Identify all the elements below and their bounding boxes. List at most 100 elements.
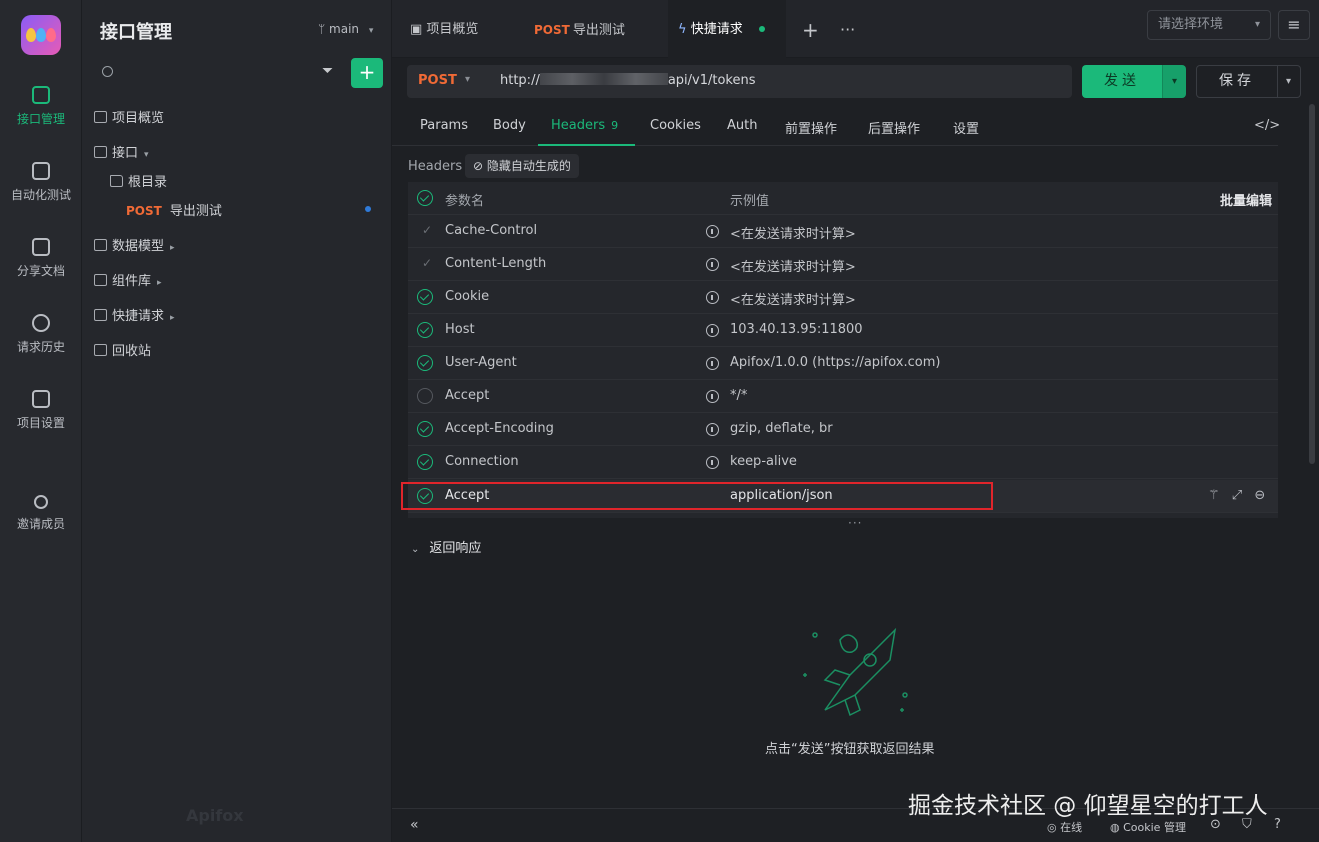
- environment-select[interactable]: 请选择环境 ▾: [1147, 10, 1271, 40]
- header-value: 103.40.13.95:11800: [730, 322, 863, 337]
- info-icon[interactable]: [706, 225, 719, 238]
- automation-icon: [32, 162, 50, 180]
- save-button[interactable]: 保存: [1196, 65, 1278, 98]
- logo-drop-icon: [46, 28, 56, 42]
- batch-edit-button[interactable]: 批量编辑: [1220, 190, 1272, 209]
- header-name: Accept: [445, 388, 490, 403]
- url-input[interactable]: http:// api/v1/tokens: [500, 73, 756, 88]
- rail-item-history[interactable]: 请求历史: [0, 314, 82, 355]
- info-icon[interactable]: [706, 423, 719, 436]
- code-icon[interactable]: </>: [1254, 118, 1280, 133]
- info-icon[interactable]: [706, 291, 719, 304]
- enable-checkbox[interactable]: [417, 421, 433, 437]
- tree-item-data-model[interactable]: 数据模型 ▸: [94, 235, 175, 254]
- subtab-settings[interactable]: 设置: [953, 118, 979, 137]
- branch-icon: ᛘ: [318, 22, 326, 36]
- cookie-manager-button[interactable]: ◍ Cookie 管理: [1110, 819, 1186, 835]
- subtab-params[interactable]: Params: [420, 118, 468, 133]
- more-icon[interactable]: ···: [840, 0, 855, 58]
- search-icon[interactable]: [102, 66, 113, 77]
- rail-item-automation[interactable]: 自动化测试: [0, 162, 82, 203]
- info-icon[interactable]: [706, 258, 719, 271]
- logo-drop-icon: [26, 28, 36, 42]
- collapse-sidebar-icon[interactable]: «: [410, 817, 419, 833]
- new-tab-button[interactable]: +: [802, 0, 819, 58]
- send-options-button[interactable]: ▾: [1162, 65, 1186, 98]
- magic-wand-icon[interactable]: ⚚: [1208, 488, 1220, 503]
- tree-item-export-test[interactable]: POST 导出测试: [126, 200, 222, 219]
- filter-icon[interactable]: ⏷: [322, 64, 338, 78]
- rail-item-share-doc[interactable]: 分享文档: [0, 238, 82, 279]
- method-tag: POST: [534, 23, 570, 37]
- lightning-icon: [94, 309, 107, 321]
- info-icon[interactable]: [706, 456, 719, 469]
- chevron-down-icon[interactable]: ▾: [465, 74, 470, 85]
- resize-handle[interactable]: ···: [848, 516, 862, 530]
- header-value: <在发送请求时计算>: [730, 293, 856, 308]
- url-bar: POST ▾ http:// api/v1/tokens: [407, 65, 1072, 98]
- branch-selector[interactable]: ᛘ main ▾: [318, 22, 373, 36]
- tab-overview[interactable]: ▣ 项目概览: [410, 0, 478, 58]
- environment-placeholder: 请选择环境: [1158, 17, 1224, 32]
- enable-checkbox[interactable]: [417, 454, 433, 470]
- menu-button[interactable]: ≡: [1278, 10, 1310, 40]
- tree-item-label: 回收站: [112, 344, 152, 359]
- tab-quick-request[interactable]: ϟ 快捷请求: [668, 0, 786, 58]
- tree-item-api[interactable]: 接口 ▾: [94, 142, 149, 161]
- rail-item-label: 邀请成员: [16, 517, 65, 531]
- info-icon[interactable]: [706, 390, 719, 403]
- nav-rail: 接口管理 自动化测试 分享文档 请求历史 项目设置 邀请成员: [0, 0, 82, 842]
- app-logo[interactable]: [21, 15, 61, 55]
- subtab-headers[interactable]: Headers 9: [551, 118, 618, 133]
- subtab-body[interactable]: Body: [493, 118, 526, 133]
- subtab-cookies[interactable]: Cookies: [650, 118, 701, 133]
- tree-item-overview[interactable]: 项目概览: [94, 107, 164, 126]
- expand-icon[interactable]: ⤢: [1232, 488, 1242, 503]
- tree-item-quick-request[interactable]: 快捷请求 ▸: [94, 305, 175, 324]
- help-icon[interactable]: ?: [1274, 817, 1281, 832]
- header-name: Cache-Control: [445, 223, 538, 238]
- subtab-post-actions[interactable]: 后置操作: [868, 118, 920, 137]
- save-options-button[interactable]: ▾: [1277, 65, 1301, 98]
- table-row: Accept-Encoding gzip, deflate, br: [408, 413, 1278, 446]
- tree-item-root[interactable]: 根目录: [110, 171, 167, 190]
- rail-item-api-management[interactable]: 接口管理: [0, 86, 82, 127]
- online-status[interactable]: ◎ 在线: [1047, 819, 1082, 835]
- enable-checkbox[interactable]: [417, 289, 433, 305]
- send-button[interactable]: 发送: [1082, 65, 1162, 98]
- tab-label: 项目概览: [426, 22, 479, 37]
- enable-checkbox[interactable]: [417, 355, 433, 371]
- subtab-label: Headers: [551, 118, 606, 133]
- rail-item-invite-member[interactable]: 邀请成员: [0, 495, 82, 532]
- layers-icon: [94, 274, 107, 286]
- add-button[interactable]: +: [351, 58, 383, 88]
- tab-export-test[interactable]: POST 导出测试: [534, 0, 625, 58]
- info-icon[interactable]: [706, 357, 719, 370]
- subtab-pre-actions[interactable]: 前置操作: [785, 118, 837, 137]
- info-icon[interactable]: [706, 324, 719, 337]
- header-name: Host: [445, 322, 475, 337]
- rocket-illustration-icon: [803, 627, 908, 717]
- table-row: ✓ Cache-Control <在发送请求时计算>: [408, 215, 1278, 248]
- caret-right-icon: ▸: [170, 243, 175, 253]
- remove-icon[interactable]: ⊖: [1254, 488, 1265, 503]
- trash-icon: [94, 344, 107, 356]
- header-value: gzip, deflate, br: [730, 421, 833, 436]
- table-row: Cookie <在发送请求时计算>: [408, 281, 1278, 314]
- header-name: User-Agent: [445, 355, 517, 370]
- response-section-toggle[interactable]: ⌄ 返回响应: [411, 537, 481, 556]
- api-icon: [32, 86, 50, 104]
- hide-auto-generated-toggle[interactable]: ⊘ 隐藏自动生成的: [465, 154, 579, 178]
- status-dot: [758, 26, 765, 32]
- subtab-auth[interactable]: Auth: [727, 118, 757, 133]
- enable-checkbox[interactable]: [417, 322, 433, 338]
- scrollbar[interactable]: [1309, 104, 1315, 464]
- enable-checkbox[interactable]: [417, 388, 433, 404]
- rail-item-label: 请求历史: [16, 340, 65, 354]
- method-select[interactable]: POST: [418, 73, 457, 88]
- tree-item-components[interactable]: 组件库 ▸: [94, 270, 162, 289]
- select-all-checkbox[interactable]: [417, 190, 433, 206]
- rail-item-project-settings[interactable]: 项目设置: [0, 390, 82, 431]
- tree-item-trash[interactable]: 回收站: [94, 340, 151, 359]
- sidebar: 接口管理 ᛘ main ▾ ⏷ + 项目概览 接口 ▾ 根目录 POST 导出测试 …: [82, 0, 392, 842]
